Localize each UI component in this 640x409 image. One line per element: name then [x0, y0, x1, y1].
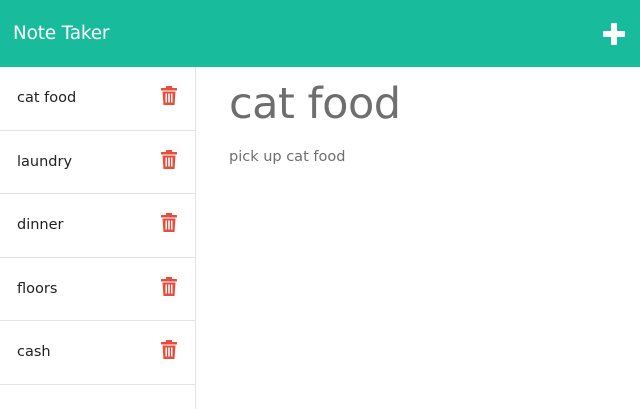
- navbar: Note Taker: [0, 0, 640, 67]
- note-list-item[interactable]: dinner: [0, 194, 195, 258]
- note-list-item[interactable]: floors: [0, 258, 195, 321]
- trash-icon[interactable]: [161, 340, 177, 360]
- note-list-item-title: laundry: [17, 153, 73, 170]
- note-title-input[interactable]: cat food: [229, 79, 401, 131]
- trash-icon[interactable]: [161, 86, 177, 106]
- note-list-item-title: cat food: [17, 90, 77, 107]
- trash-icon[interactable]: [161, 276, 177, 296]
- note-list-item[interactable]: laundry: [0, 131, 195, 194]
- new-note-button[interactable]: [601, 21, 627, 47]
- trash-icon[interactable]: [161, 149, 177, 169]
- note-text-area[interactable]: pick up cat food: [229, 149, 345, 165]
- trash-icon[interactable]: [161, 213, 177, 233]
- note-list-item-title: dinner: [17, 217, 64, 234]
- note-list-item[interactable]: cat food: [0, 67, 195, 131]
- app-brand[interactable]: Note Taker: [13, 23, 109, 44]
- note-list: cat food laundry dinner floors cash: [0, 67, 196, 409]
- note-list-item-title: floors: [17, 280, 58, 297]
- note-editor: cat food pick up cat food: [197, 67, 640, 409]
- note-list-item-title: cash: [17, 344, 51, 361]
- note-list-item[interactable]: cash: [0, 321, 195, 385]
- plus-icon: [603, 22, 625, 45]
